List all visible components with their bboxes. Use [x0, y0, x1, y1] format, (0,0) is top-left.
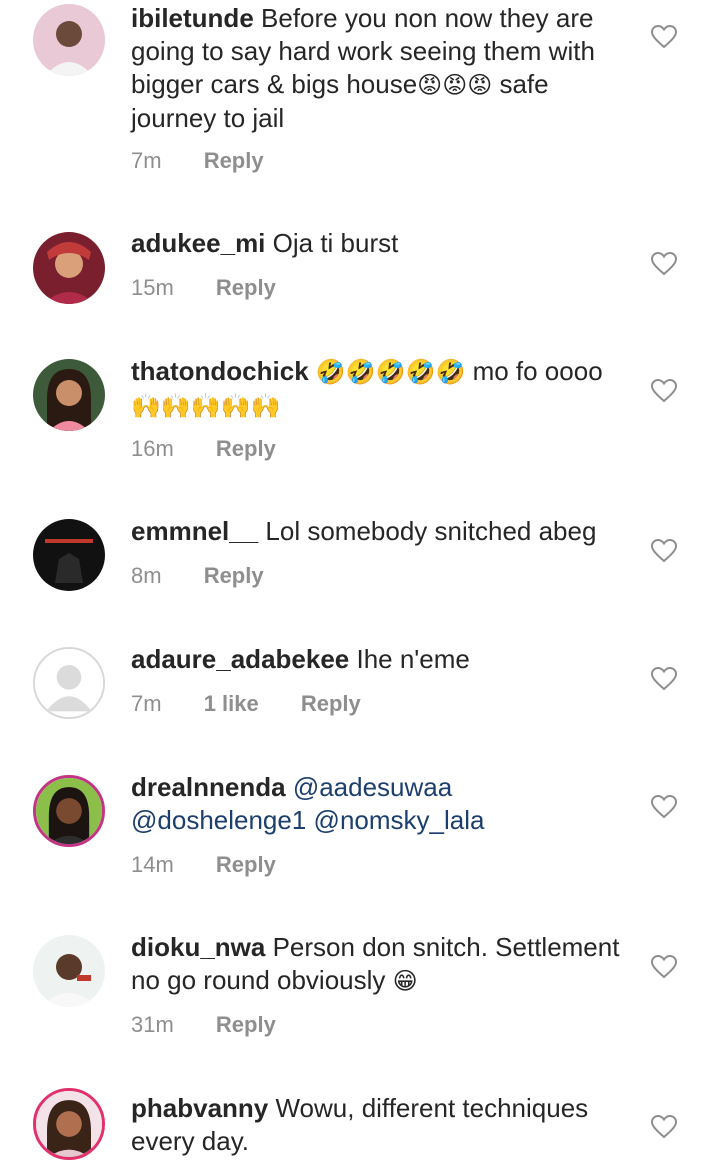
comment-text: thatondochick 🤣🤣🤣🤣🤣 mo fo oooo 🙌🙌🙌🙌🙌	[131, 355, 631, 423]
comment-body: Ihe n'eme	[356, 644, 470, 674]
comment-text: adaure_adabekee Ihe n'eme	[131, 643, 631, 676]
raised-hands-emoji-group: 🙌🙌🙌🙌🙌	[131, 392, 281, 420]
comment-text: adukee_mi Oja ti burst	[131, 227, 631, 260]
avatar[interactable]	[33, 775, 105, 847]
reply-button[interactable]: Reply	[301, 691, 361, 716]
reply-button[interactable]: Reply	[216, 1012, 276, 1037]
heart-outline-icon[interactable]	[651, 379, 677, 403]
mention-link[interactable]: @aadesuwaa	[293, 772, 452, 802]
avatar[interactable]	[33, 232, 105, 304]
comment-meta: 7m 1 like Reply	[131, 691, 397, 717]
comment-time: 7m	[131, 148, 162, 173]
comment-meta: 14m Reply	[131, 852, 312, 878]
heart-outline-icon[interactable]	[651, 795, 677, 819]
avatar[interactable]	[33, 935, 105, 1007]
comment-text: emmnel__ Lol somebody snitched abeg	[131, 515, 631, 548]
reply-button[interactable]: Reply	[216, 275, 276, 300]
comment-text: dioku_nwa Person don snitch. Settlement …	[131, 931, 631, 998]
comment-username[interactable]: emmnel__	[131, 516, 258, 546]
comment-meta: 7m Reply	[131, 148, 300, 174]
comment-username[interactable]: drealnnenda	[131, 772, 286, 802]
reply-button[interactable]: Reply	[216, 852, 276, 877]
default-avatar-icon[interactable]	[33, 647, 105, 719]
comment-meta: 31m Reply	[131, 1012, 312, 1038]
heart-outline-icon[interactable]	[651, 667, 677, 691]
comment-username[interactable]: thatondochick	[131, 356, 309, 386]
comment-username[interactable]: dioku_nwa	[131, 932, 265, 962]
comment-meta: 8m Reply	[131, 563, 300, 589]
avatar[interactable]	[33, 1088, 105, 1160]
comment-text: drealnnenda @aadesuwaa @doshelenge1 @nom…	[131, 771, 631, 837]
reply-button[interactable]: Reply	[216, 436, 276, 461]
rofl-emoji-group: 🤣🤣🤣🤣🤣	[315, 358, 466, 386]
comment-time: 16m	[131, 436, 174, 461]
comment-text: ibiletunde Before you non now they are g…	[131, 2, 631, 135]
reply-button[interactable]: Reply	[204, 563, 264, 588]
comment-text: phabvanny Wowu, different techniques eve…	[131, 1092, 631, 1158]
angry-emoji-group: 😡😡😡	[417, 71, 493, 99]
avatar[interactable]	[33, 519, 105, 591]
comment-time: 8m	[131, 563, 162, 588]
comment-time: 7m	[131, 691, 162, 716]
mention-link[interactable]: @nomsky_lala	[314, 805, 485, 835]
comment-body: mo fo oooo	[472, 356, 603, 386]
comment-meta: 15m Reply	[131, 275, 312, 301]
comment-body: Lol somebody snitched abeg	[265, 516, 597, 546]
mention-link[interactable]: @doshelenge1	[131, 805, 306, 835]
comment-meta: 16m Reply	[131, 436, 312, 462]
comment-time: 14m	[131, 852, 174, 877]
likes-count[interactable]: 1 like	[204, 691, 259, 716]
heart-outline-icon[interactable]	[651, 25, 677, 49]
heart-outline-icon[interactable]	[651, 252, 677, 276]
reply-button[interactable]: Reply	[204, 148, 264, 173]
comment-username[interactable]: ibiletunde	[131, 3, 254, 33]
comment-username[interactable]: adaure_adabekee	[131, 644, 349, 674]
comment-time: 31m	[131, 1012, 174, 1037]
avatar[interactable]	[33, 4, 105, 76]
avatar[interactable]	[33, 359, 105, 431]
comment-body: Oja ti burst	[272, 228, 399, 258]
heart-outline-icon[interactable]	[651, 955, 677, 979]
heart-outline-icon[interactable]	[651, 1115, 677, 1139]
heart-outline-icon[interactable]	[651, 539, 677, 563]
comment-username[interactable]: adukee_mi	[131, 228, 265, 258]
grinning-emoji: 😁	[392, 967, 418, 995]
comment-username[interactable]: phabvanny	[131, 1093, 268, 1123]
comment-time: 15m	[131, 275, 174, 300]
